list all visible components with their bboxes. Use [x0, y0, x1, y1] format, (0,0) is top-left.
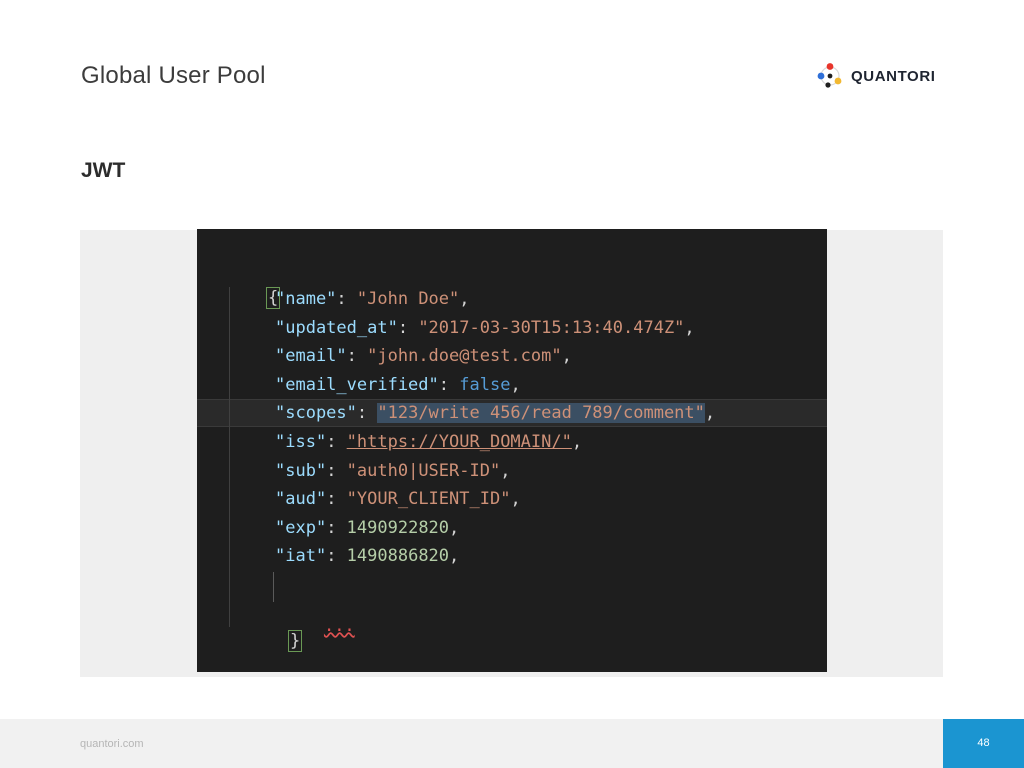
ellipsis-error-squiggle: ... — [323, 616, 355, 636]
comma: , — [449, 546, 460, 567]
code-line: "aud": "YOUR_CLIENT_ID", — [275, 485, 521, 513]
json-key: "updated_at" — [275, 317, 398, 338]
colon: : — [346, 346, 368, 367]
quantori-dots-logo-icon — [817, 63, 842, 88]
json-key: "name" — [275, 289, 337, 309]
slide-title: Global User Pool — [81, 62, 266, 89]
colon: : — [356, 403, 378, 424]
json-value: "2017-03-30T15:13:40.474Z" — [418, 317, 685, 338]
code-line: "exp": 1490922820, — [275, 514, 459, 542]
code-line: "email_verified": false, — [275, 371, 521, 399]
json-value: "YOUR_CLIENT_ID" — [346, 489, 511, 510]
cursor-indent-guide — [273, 572, 274, 602]
comma: , — [684, 317, 695, 338]
colon: : — [397, 317, 419, 338]
json-key: "exp" — [275, 517, 327, 538]
json-value: "https://YOUR_DOMAIN/" — [346, 432, 572, 452]
code-line: "updated_at": "2017-03-30T15:13:40.474Z"… — [275, 314, 695, 342]
code-line: "sub": "auth0|USER-ID", — [275, 457, 510, 485]
comma: , — [704, 403, 716, 424]
footer-bar — [0, 719, 1024, 768]
colon: : — [438, 374, 460, 395]
page-number: 48 — [977, 737, 990, 749]
json-value: "john.doe@test.com" — [367, 346, 562, 367]
company-logo: QUANTORI — [816, 60, 936, 92]
comma: , — [571, 432, 583, 452]
jwt-code-screenshot: { "name": "John Doe", "updated_at": "2017… — [197, 229, 827, 672]
json-key: "sub" — [275, 460, 327, 481]
close-brace: } — [287, 630, 303, 652]
json-value: "John Doe" — [356, 289, 460, 309]
logo-text: QUANTORI — [851, 67, 936, 85]
json-value: "auth0|USER-ID" — [346, 460, 501, 481]
open-brace-line: { — [225, 256, 281, 309]
code-line: "scopes": "123/write 456/read 789/commen… — [275, 399, 715, 427]
colon: : — [326, 460, 347, 481]
code-line: "name": "John Doe", — [275, 285, 470, 313]
colon: : — [336, 289, 357, 309]
json-value: 1490922820 — [346, 517, 450, 538]
code-line: "iat": 1490886820, — [275, 542, 459, 570]
comma: , — [561, 346, 572, 367]
close-brace-line: } — [247, 599, 303, 652]
json-key: "iat" — [275, 546, 327, 567]
json-value: "123/write 456/read 789/comment" — [377, 403, 705, 424]
comma: , — [510, 489, 521, 510]
comma: , — [459, 289, 470, 309]
json-value: 1490886820 — [346, 546, 450, 567]
comma: , — [510, 374, 521, 395]
json-value: false — [459, 374, 511, 395]
footer-website: quantori.com — [80, 738, 144, 750]
colon: : — [326, 517, 347, 538]
json-key: "scopes" — [275, 403, 357, 424]
code-line: "iss": "https://YOUR_DOMAIN/", — [275, 428, 582, 456]
json-key: "email" — [275, 346, 347, 367]
code-line: "email": "john.doe@test.com", — [275, 342, 572, 370]
json-key: "aud" — [275, 489, 327, 510]
section-heading: JWT — [81, 159, 126, 182]
json-key: "email_verified" — [275, 374, 439, 395]
colon: : — [326, 489, 347, 510]
colon: : — [326, 546, 347, 567]
comma: , — [500, 460, 511, 481]
comma: , — [449, 517, 460, 538]
json-key: "iss" — [275, 432, 327, 452]
colon: : — [326, 432, 347, 452]
indent-guide — [229, 287, 230, 627]
